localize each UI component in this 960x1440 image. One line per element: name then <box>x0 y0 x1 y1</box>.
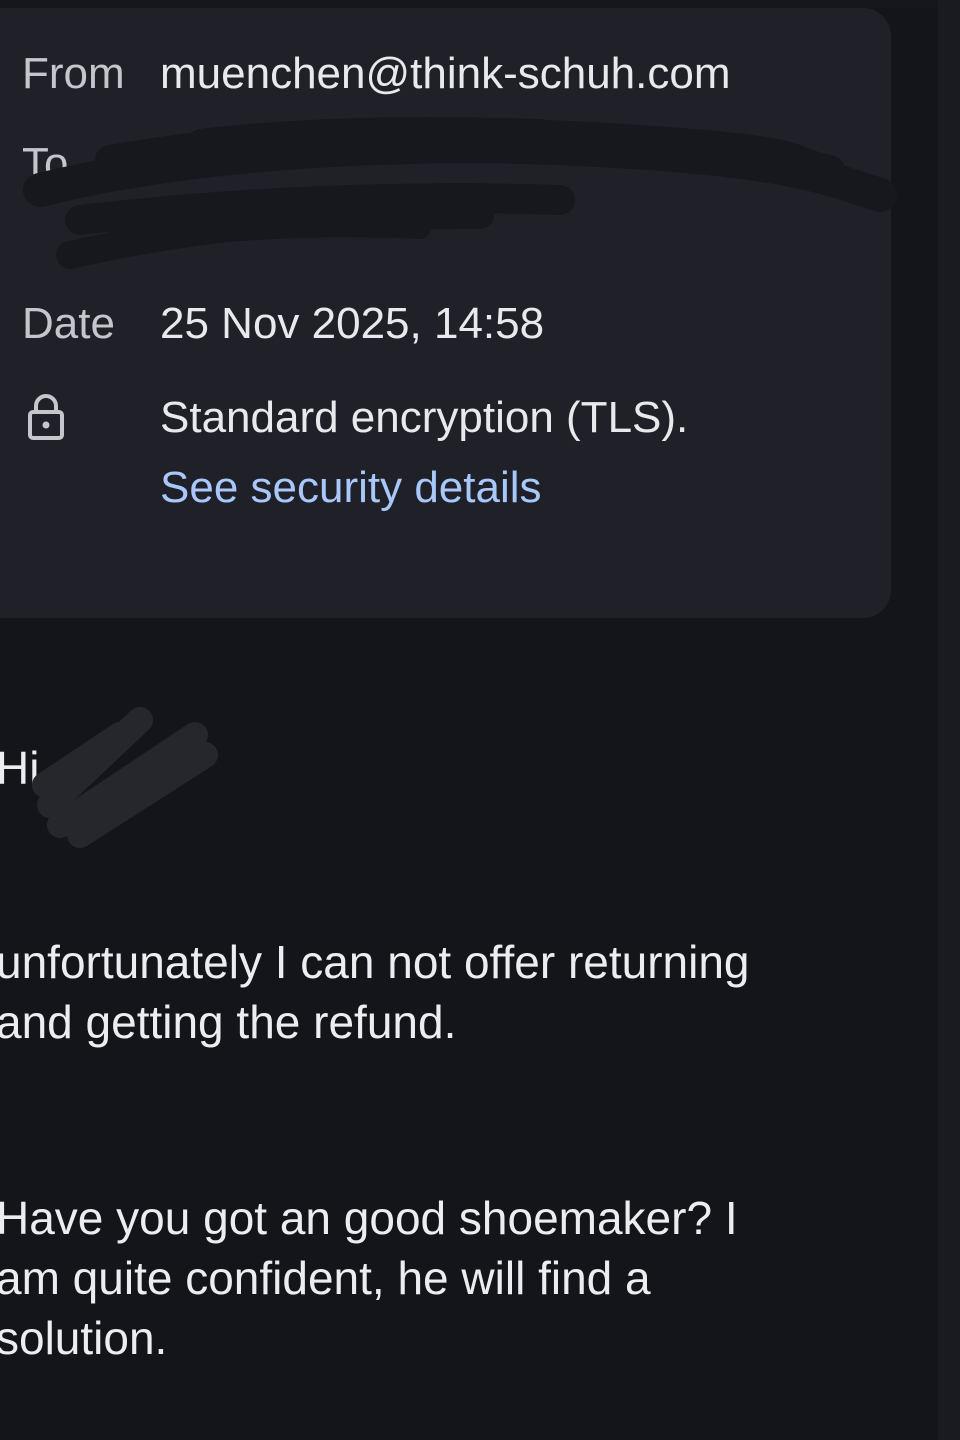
scroll-edge <box>938 0 960 1440</box>
body-line: and getting the refund. <box>0 996 457 1048</box>
encryption-status: Standard encryption (TLS). <box>160 393 689 442</box>
lock-icon <box>26 392 66 442</box>
from-label: From <box>22 49 125 98</box>
top-divider <box>0 0 938 8</box>
greeting: Hi <box>0 742 40 794</box>
body-line: unfortunately I can not offer returning <box>0 936 750 988</box>
date-value: 25 Nov 2025, 14:58 <box>160 299 545 348</box>
body-line: Have you got an good shoemaker? I <box>0 1192 738 1244</box>
security-details-link[interactable]: See security details <box>160 462 542 514</box>
to-label: To <box>22 139 69 188</box>
sender-address[interactable]: muenchen@think-schuh.com <box>160 48 731 100</box>
name-redaction-scribble <box>32 707 218 848</box>
date-label: Date <box>22 299 115 348</box>
body-line: solution. <box>0 1312 168 1364</box>
body-line: am quite confident, he will find a <box>0 1252 651 1304</box>
email-view: From muenchen@think-schuh.com To Date 25… <box>0 0 960 1440</box>
